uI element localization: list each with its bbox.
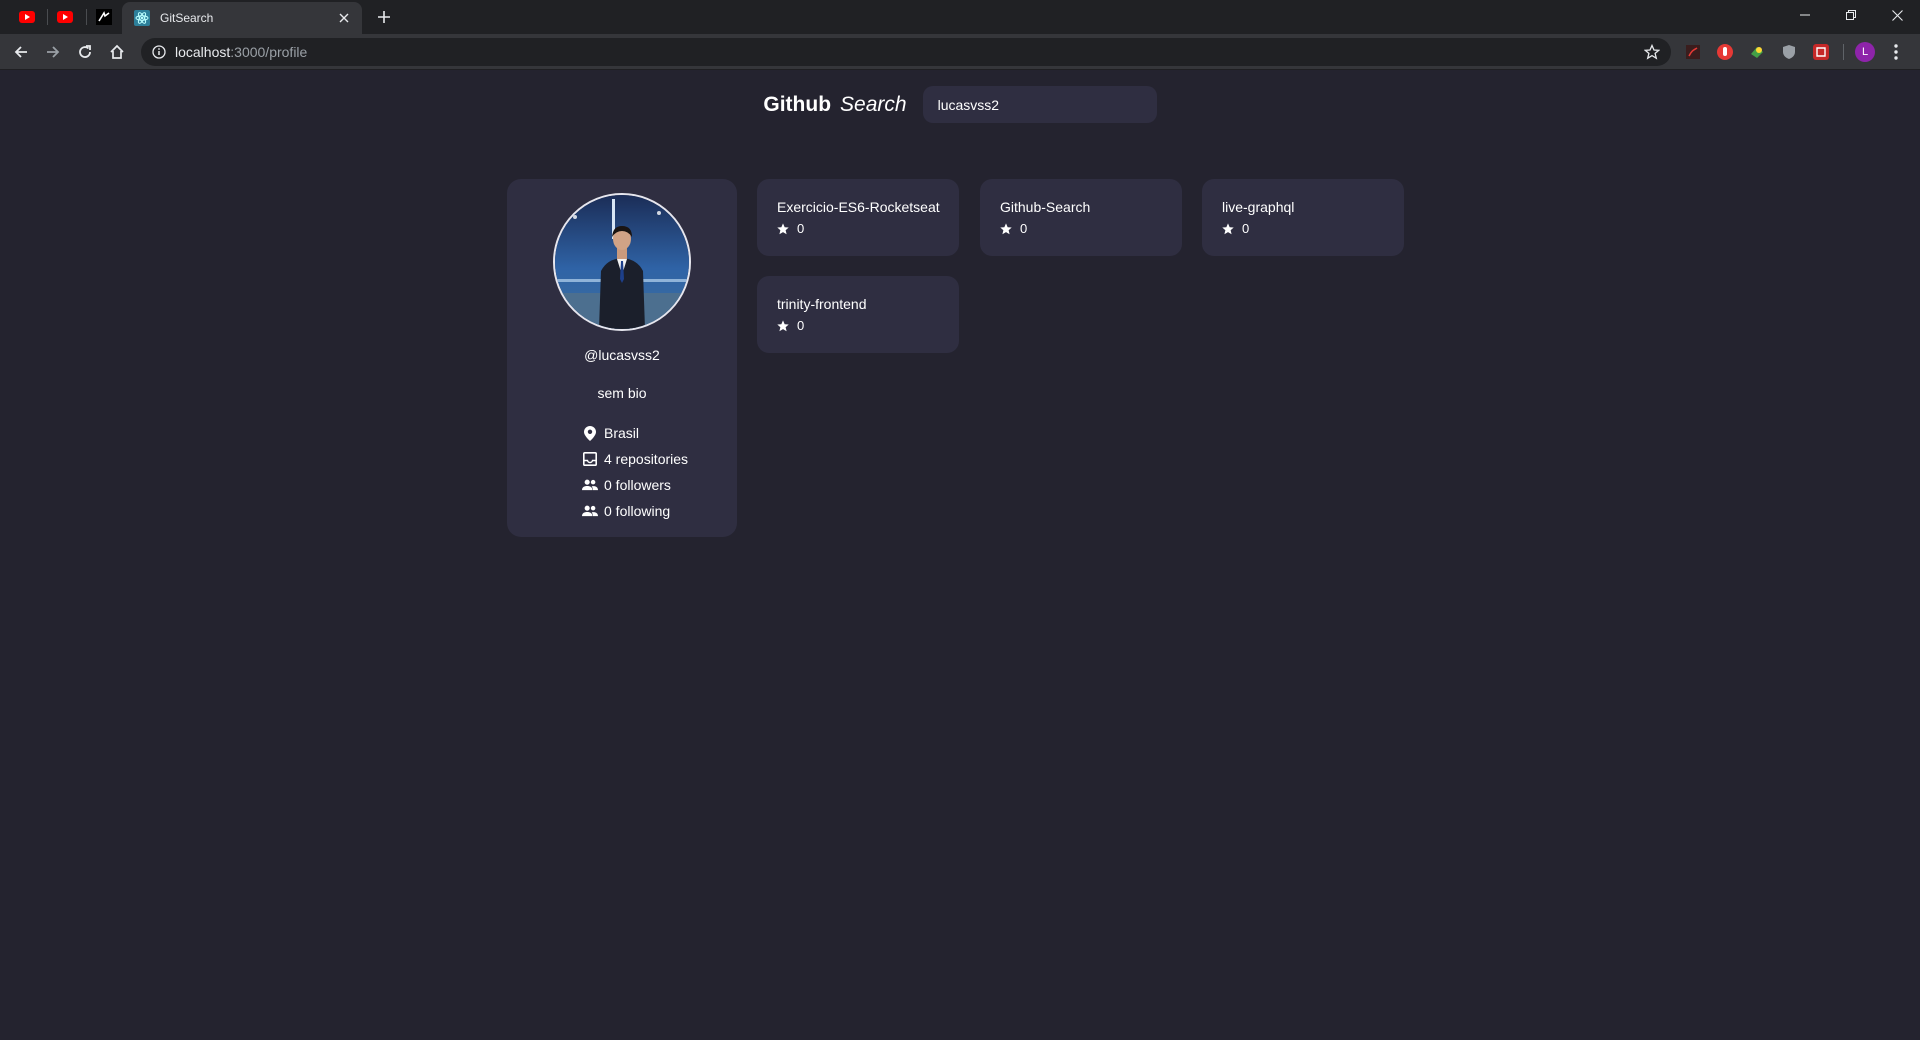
pinned-tab-app[interactable]	[93, 6, 115, 28]
restore-button[interactable]	[1828, 0, 1874, 30]
repositories-row: 4 repositories	[582, 446, 688, 472]
repo-stars: 0	[777, 221, 959, 236]
react-favicon-icon	[134, 10, 150, 26]
close-icon	[1891, 9, 1903, 21]
adblock-extension-icon[interactable]	[1715, 42, 1735, 62]
profile-bio: sem bio	[597, 385, 647, 401]
red-extension-icon[interactable]	[1811, 42, 1831, 62]
arrow-left-icon	[14, 46, 27, 58]
repo-stars: 0	[777, 318, 959, 333]
repo-stars: 0	[1000, 221, 1182, 236]
star-count: 0	[797, 318, 805, 333]
tab-title: GitSearch	[160, 11, 214, 25]
location-row: Brasil	[582, 420, 688, 446]
profile-followers: 0 followers	[604, 477, 671, 493]
back-button[interactable]	[9, 40, 33, 64]
home-icon	[110, 44, 124, 59]
app-logo: Github Search	[763, 93, 906, 117]
info-icon[interactable]	[151, 44, 167, 60]
youtube-icon	[57, 11, 73, 23]
logo-github-text: Github	[763, 92, 832, 116]
browser-toolbar: localhost:3000/profile L	[0, 34, 1920, 70]
repo-stars: 0	[1222, 221, 1404, 236]
restore-icon	[1846, 10, 1856, 20]
menu-dots-icon[interactable]	[1886, 42, 1906, 62]
repo-inbox-icon	[582, 451, 598, 467]
star-icon	[1000, 222, 1013, 235]
location-pin-icon	[582, 425, 598, 441]
browser-tab-strip: GitSearch	[0, 0, 1920, 34]
star-count: 0	[1242, 221, 1250, 236]
star-icon	[777, 319, 790, 332]
profile-location: Brasil	[604, 425, 640, 441]
profile-avatar[interactable]: L	[1855, 42, 1875, 62]
profile-repositories: 4 repositories	[604, 451, 689, 467]
repo-name: Exercicio-ES6-Rocketseat	[777, 199, 940, 215]
repo-card[interactable]: live-graphql 0	[1202, 179, 1404, 256]
profile-info-list: Brasil 4 repositories 0 followers 0 foll…	[582, 420, 688, 524]
following-row: 0 following	[582, 498, 688, 524]
address-bar[interactable]: localhost:3000/profile	[141, 38, 1671, 66]
youtube-icon	[19, 11, 35, 23]
star-icon	[1222, 222, 1235, 235]
new-tab-button[interactable]	[374, 7, 394, 27]
profile-following: 0 following	[604, 503, 671, 519]
profile-card: @lucasvss2 sem bio Brasil 4 repositories…	[507, 179, 737, 537]
minimize-button[interactable]	[1782, 0, 1828, 30]
green-extension-icon[interactable]	[1747, 42, 1767, 62]
url-path: :3000/profile	[230, 44, 308, 60]
tab-gitsearch[interactable]: GitSearch	[122, 2, 362, 34]
forward-button[interactable]	[41, 40, 65, 64]
profile-username: @lucasvss2	[584, 347, 660, 363]
bookmark-star-icon[interactable]	[1643, 43, 1661, 61]
avatar	[553, 193, 691, 331]
reload-icon	[79, 45, 91, 58]
repo-name: trinity-frontend	[777, 296, 867, 312]
plus-icon	[378, 11, 390, 23]
minimize-icon	[1800, 14, 1810, 16]
logo-search-text: Search	[840, 92, 907, 116]
repo-card[interactable]: Github-Search 0	[980, 179, 1182, 256]
close-tab-icon[interactable]	[336, 10, 352, 26]
reload-button[interactable]	[73, 40, 97, 64]
pinned-tab-youtube-2[interactable]	[54, 6, 76, 28]
close-window-button[interactable]	[1874, 0, 1920, 30]
pinned-tab-youtube-1[interactable]	[16, 6, 38, 28]
repo-card[interactable]: Exercicio-ES6-Rocketseat 0	[757, 179, 959, 256]
shield-extension-icon[interactable]	[1779, 42, 1799, 62]
star-icon	[777, 222, 790, 235]
search-input[interactable]	[922, 86, 1157, 123]
repo-name: live-graphql	[1222, 199, 1295, 215]
people-icon	[582, 503, 598, 519]
repo-card[interactable]: trinity-frontend 0	[757, 276, 959, 353]
home-button[interactable]	[105, 40, 129, 64]
star-count: 0	[797, 221, 805, 236]
followers-row: 0 followers	[582, 472, 688, 498]
pdf-extension-icon[interactable]	[1683, 42, 1703, 62]
url-host: localhost	[175, 44, 231, 60]
people-icon	[582, 477, 598, 493]
star-count: 0	[1020, 221, 1028, 236]
page-header: Github Search	[0, 86, 1920, 123]
app-icon	[96, 9, 112, 25]
arrow-right-icon	[47, 46, 60, 58]
repo-name: Github-Search	[1000, 199, 1091, 215]
